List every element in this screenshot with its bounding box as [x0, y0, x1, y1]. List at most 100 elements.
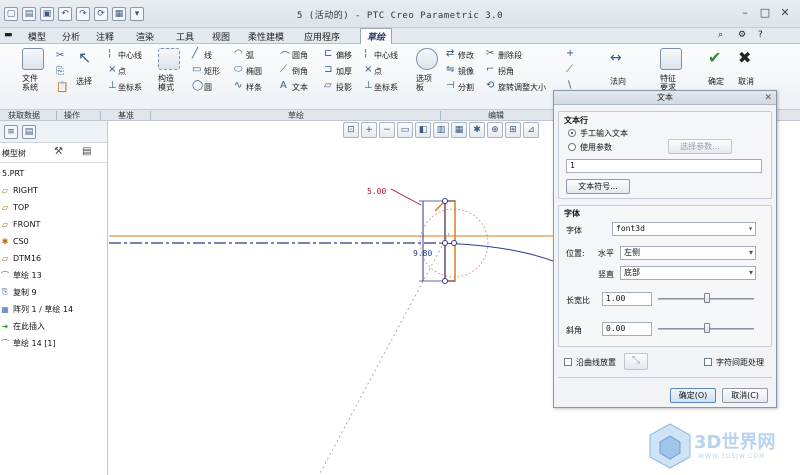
folder-browser-tab-icon[interactable]: ▤: [22, 125, 36, 139]
use-parameter-label[interactable]: 使用参数: [580, 142, 612, 153]
tree-item-top[interactable]: ▱ TOP: [0, 200, 29, 214]
spin-center-icon[interactable]: ⊕: [487, 122, 503, 138]
font-select[interactable]: font3d: [612, 222, 756, 236]
palette-label[interactable]: 选项 板: [416, 74, 432, 92]
spline-tool[interactable]: 样条: [246, 82, 262, 93]
tab-model[interactable]: 模型: [28, 30, 46, 43]
fillet-icon[interactable]: ⌒: [280, 48, 290, 63]
tree-item-front[interactable]: ▱ FRONT: [0, 217, 40, 231]
tab-analysis[interactable]: 分析: [62, 30, 80, 43]
search-icon[interactable]: ⌕: [718, 30, 723, 40]
select-parameter-button[interactable]: 选择参数...: [668, 139, 732, 154]
slant-input[interactable]: 0.00: [602, 322, 652, 336]
ribbon-ok-button[interactable]: 确定: [708, 76, 724, 87]
line-tool[interactable]: 线: [204, 50, 212, 61]
dialog-close-icon[interactable]: ✕: [764, 91, 772, 105]
tab-tools[interactable]: 工具: [176, 30, 194, 43]
copy-icon[interactable]: ⎘: [56, 66, 64, 77]
datum-centerline-icon[interactable]: ¦: [108, 48, 111, 59]
view-manager-icon[interactable]: ▦: [451, 122, 467, 138]
refit-icon[interactable]: ⊡: [343, 122, 359, 138]
spline-icon[interactable]: ∿: [234, 80, 242, 91]
text-icon[interactable]: A: [280, 80, 287, 91]
repaint-icon[interactable]: ▭: [397, 122, 413, 138]
char-spacing-checkbox[interactable]: [704, 358, 712, 366]
manual-input-radio[interactable]: [568, 129, 576, 137]
arc-icon[interactable]: ◠: [234, 48, 243, 59]
normal-dimension-icon[interactable]: ↔: [610, 50, 622, 66]
height-dimension[interactable]: 9.80: [413, 249, 432, 258]
text-start-point[interactable]: [442, 198, 448, 204]
display-style-icon[interactable]: ◧: [415, 122, 431, 138]
maximize-icon[interactable]: □: [756, 4, 774, 22]
construction-mode-icon[interactable]: [158, 48, 180, 70]
corner-icon[interactable]: ⌐: [486, 64, 494, 75]
project-tool[interactable]: 投影: [336, 82, 352, 93]
datum-point-icon[interactable]: ×: [108, 64, 116, 75]
tab-render[interactable]: 渲染: [136, 30, 154, 43]
tree-show-icon[interactable]: ▤: [82, 146, 91, 157]
modify-icon[interactable]: ⇄: [446, 48, 454, 59]
chamfer-tool[interactable]: 倒角: [292, 66, 308, 77]
offset-icon[interactable]: ⊏: [324, 48, 332, 59]
ok-check-icon[interactable]: ✔: [708, 48, 721, 67]
select-icon[interactable]: ↖: [78, 48, 91, 67]
tree-item-csys[interactable]: ✱ CS0: [0, 234, 29, 248]
zoom-out-icon[interactable]: −: [379, 122, 395, 138]
model-tree-tab-icon[interactable]: ≡: [4, 125, 18, 139]
palette-icon[interactable]: [416, 48, 438, 70]
cancel-x-icon[interactable]: ✖: [738, 48, 751, 67]
center-point[interactable]: [451, 240, 457, 246]
corner-tool[interactable]: 拐角: [498, 66, 514, 77]
file-menu[interactable]: ▬: [4, 30, 13, 40]
settings-icon[interactable]: ⚙: [738, 30, 746, 40]
construction-mode-label[interactable]: 构造 模式: [158, 74, 174, 92]
thicken-tool[interactable]: 加厚: [336, 66, 352, 77]
tab-view[interactable]: 视图: [212, 30, 230, 43]
tree-item-sketch14[interactable]: ⌒ 草绘 14 [1]: [0, 336, 56, 350]
datum-coordsys-label[interactable]: 坐标系: [118, 82, 142, 93]
circle-tool[interactable]: 圆: [204, 82, 212, 93]
circle-icon[interactable]: ◯: [192, 80, 203, 91]
thicken-icon[interactable]: ⊐: [324, 64, 332, 75]
zoom-in-icon[interactable]: +: [361, 122, 377, 138]
project-icon[interactable]: ▱: [324, 80, 332, 91]
divide-tool[interactable]: 分割: [458, 82, 474, 93]
offset-tool[interactable]: 偏移: [336, 50, 352, 61]
delete-segment-tool[interactable]: 删除段: [498, 50, 522, 61]
sketch-coordsys-icon[interactable]: ⊥: [364, 80, 373, 91]
tree-item-insert-here[interactable]: ➜ 在此插入: [0, 319, 45, 333]
sketch-centerline-tool[interactable]: 中心线: [374, 50, 398, 61]
ribbon-cancel-button[interactable]: 取消: [738, 76, 754, 87]
close-icon[interactable]: ✕: [776, 4, 794, 22]
width-dimension[interactable]: 5.00: [367, 187, 386, 196]
arc-tool[interactable]: 弧: [246, 50, 254, 61]
group-operations[interactable]: 操作: [64, 110, 80, 121]
delete-segment-icon[interactable]: ✂: [486, 48, 494, 59]
datum-point-label[interactable]: 点: [118, 66, 126, 77]
mirror-tool[interactable]: 镜像: [458, 66, 474, 77]
divide-icon[interactable]: ⊣: [446, 80, 455, 91]
rotate-resize-tool[interactable]: 旋转调整大小: [498, 82, 546, 93]
rectangle-tool[interactable]: 矩形: [204, 66, 220, 77]
text-input[interactable]: 1: [566, 159, 762, 173]
fillet-tool[interactable]: 圆角: [292, 50, 308, 61]
cut-icon[interactable]: ✂: [56, 50, 64, 61]
vertical-select[interactable]: 底部: [620, 266, 756, 280]
tab-flexible-modeling[interactable]: 柔性建模: [248, 30, 284, 43]
modify-tool[interactable]: 修改: [458, 50, 474, 61]
datum-coordsys-icon[interactable]: ⊥: [108, 80, 117, 91]
horizontal-select[interactable]: 左侧: [620, 246, 756, 260]
sketch-canvas[interactable]: 5.00 9.80: [109, 139, 553, 475]
ellipse-tool[interactable]: 椭圆: [246, 66, 262, 77]
help-icon[interactable]: ?: [758, 30, 763, 40]
paste-icon[interactable]: 📋: [56, 82, 68, 93]
tab-applications[interactable]: 应用程序: [304, 30, 340, 43]
place-along-curve-label[interactable]: 沿曲线放置: [576, 357, 616, 368]
normal-dimension-label[interactable]: 法向: [610, 76, 626, 87]
tree-settings-icon[interactable]: ⚒: [54, 146, 63, 157]
slant-thumb[interactable]: [704, 323, 710, 333]
aspect-ratio-thumb[interactable]: [704, 293, 710, 303]
tree-item-pattern1[interactable]: ▦ 阵列 1 / 草绘 14: [0, 302, 73, 316]
dialog-cancel-button[interactable]: 取消(C): [722, 388, 768, 403]
